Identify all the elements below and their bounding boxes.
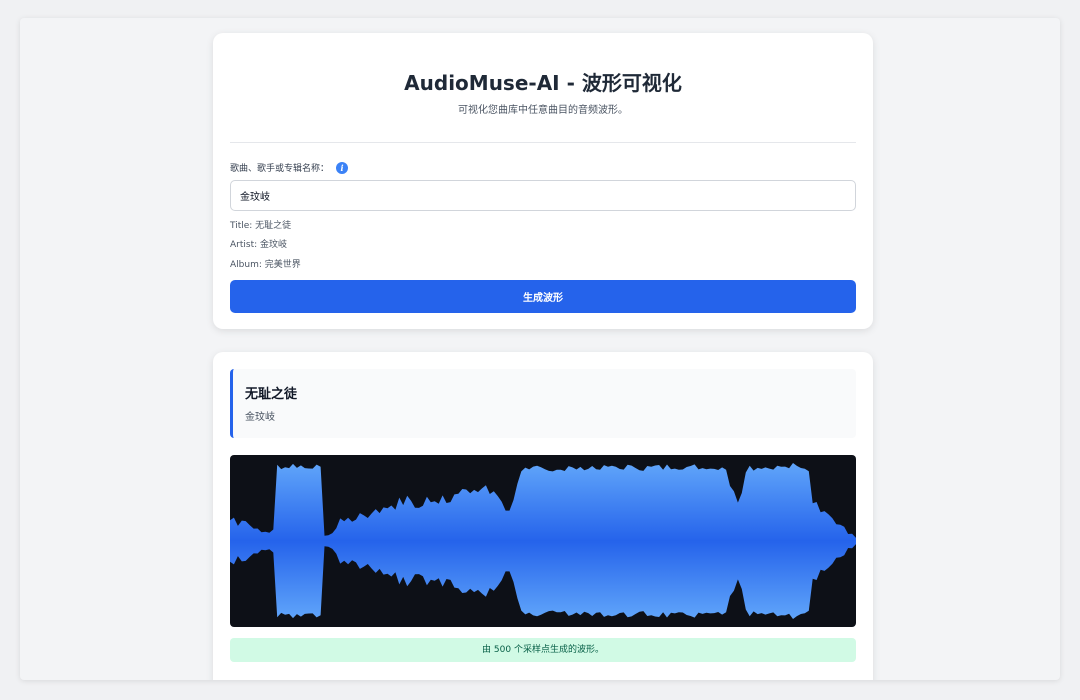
waveform-result-card: 无耻之徒 金玟岐 由 500 个采样点生成的波形。 [213, 352, 873, 680]
info-icon[interactable]: i [336, 161, 349, 174]
search-input[interactable] [230, 180, 856, 211]
waveform-svg [230, 463, 856, 619]
waveform-form-card: AudioMuse-AI - 波形可视化 可视化您曲库中任意曲目的音频波形。 歌… [213, 33, 873, 329]
selected-title: Title: 无耻之徒 [230, 221, 292, 231]
track-artist: 金玟岐 [245, 412, 275, 423]
page-title: AudioMuse-AI - 波形可视化 [404, 71, 682, 95]
track-info: 无耻之徒 金玟岐 [230, 369, 856, 438]
page-subtitle: 可视化您曲库中任意曲目的音频波形。 [458, 105, 628, 116]
generate-waveform-button[interactable]: 生成波形 [230, 280, 856, 313]
app-window: AudioMuse-AI - 波形可视化 可视化您曲库中任意曲目的音频波形。 歌… [20, 18, 1060, 680]
selected-album: Album: 完美世界 [230, 260, 301, 270]
waveform-canvas [230, 455, 856, 627]
header-divider [230, 142, 856, 143]
track-title: 无耻之徒 [245, 387, 298, 402]
search-label-text: 歌曲、歌手或专辑名称： [230, 164, 330, 174]
status-message: 由 500 个采样点生成的波形。 [230, 638, 856, 662]
search-label: 歌曲、歌手或专辑名称： i [230, 161, 349, 174]
selected-artist: Artist: 金玟岐 [230, 240, 287, 250]
waveform-shape [230, 463, 856, 619]
